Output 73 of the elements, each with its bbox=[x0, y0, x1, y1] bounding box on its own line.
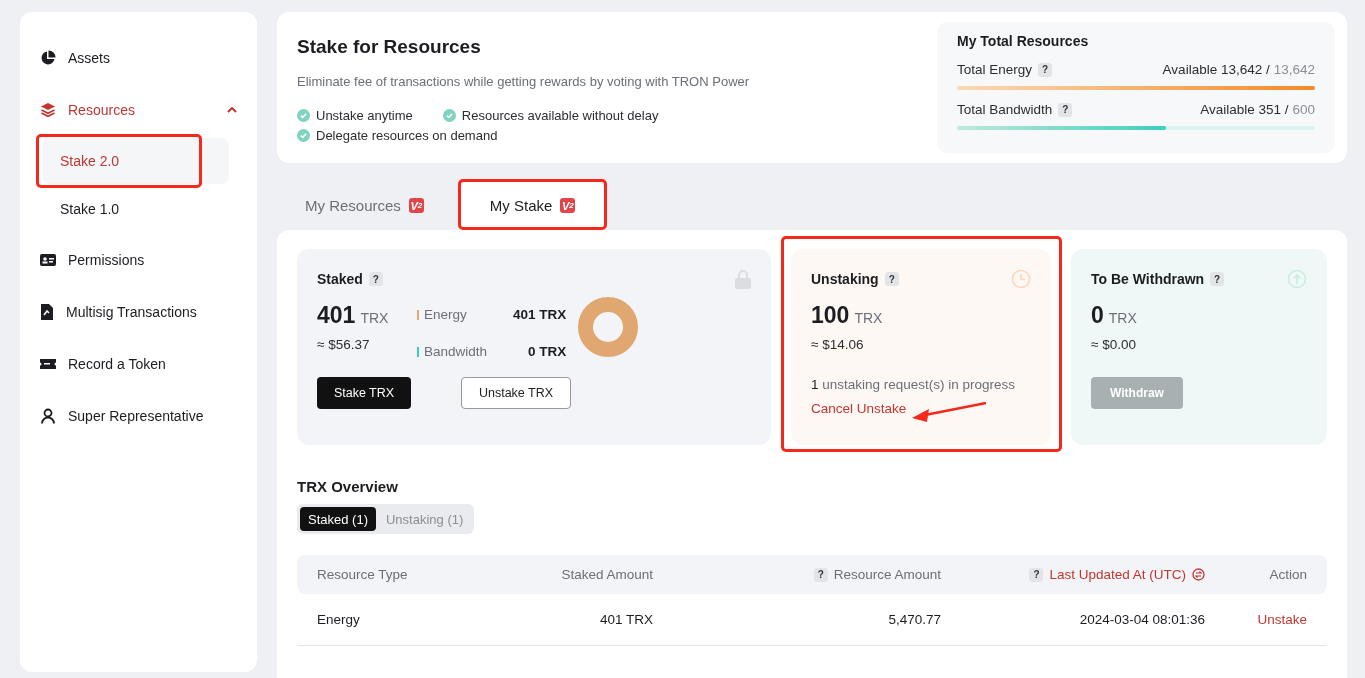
arrow-up-circle-icon bbox=[1287, 269, 1307, 289]
amount-value: 100 bbox=[811, 302, 850, 329]
help-badge[interactable]: ? bbox=[1029, 567, 1044, 582]
sidebar-item[interactable]: Multisig Transactions bbox=[32, 286, 245, 338]
donut-chart-drawing bbox=[578, 297, 639, 357]
amount-value: 401 bbox=[317, 302, 356, 329]
table-cell-text: Energy bbox=[317, 612, 361, 627]
document-icon bbox=[40, 304, 54, 320]
sidebar-item[interactable]: Assets bbox=[32, 32, 245, 84]
table-cell-text: 2024-03-04 08:01:36 bbox=[1078, 612, 1205, 627]
column-header[interactable]: Last Updated At (UTC) bbox=[1049, 567, 1186, 582]
check-circle-icon bbox=[297, 129, 310, 142]
usd-value: ≈ $0.00 bbox=[1091, 337, 1136, 352]
section-title: My Total Resources bbox=[957, 33, 1089, 49]
legend-value: 0 TRX bbox=[527, 344, 567, 359]
help-badge[interactable]: ? bbox=[884, 272, 899, 286]
column-header[interactable]: Resource Type bbox=[317, 567, 408, 582]
layers-icon bbox=[40, 102, 56, 118]
amount-unit: TRX bbox=[360, 310, 389, 326]
section-title: TRX Overview bbox=[297, 478, 398, 495]
caret-icon[interactable] bbox=[227, 107, 237, 113]
usd-value: ≈ $56.37 bbox=[317, 337, 370, 352]
usd-value: ≈ $14.06 bbox=[811, 337, 864, 352]
amount-value: 0 bbox=[1091, 302, 1104, 329]
feature-text: Resources available without delay bbox=[461, 108, 659, 123]
feature-text: Delegate resources on demand bbox=[316, 128, 498, 143]
check-circle-icon bbox=[297, 109, 310, 122]
sidebar-item[interactable]: Super Representative bbox=[32, 390, 245, 442]
sidebar-item[interactable]: Resources bbox=[32, 84, 245, 136]
table-cell-text: 401 TRX bbox=[598, 612, 653, 627]
column-header[interactable]: Action bbox=[1269, 567, 1307, 582]
legend-label: Energy bbox=[424, 307, 467, 322]
unstake-link[interactable]: Unstake bbox=[1205, 612, 1307, 627]
requests-text: 1 unstaking request(s) in progress bbox=[811, 377, 1016, 392]
ticket-icon bbox=[40, 357, 56, 371]
cancel-unstake-link[interactable]: Cancel Unstake bbox=[811, 401, 907, 416]
resource-label: Total Bandwidth bbox=[957, 102, 1053, 117]
amount-unit: TRX bbox=[1108, 310, 1137, 326]
sidebar-subitem[interactable]: Stake 1.0 bbox=[42, 186, 229, 232]
help-badge[interactable]: ? bbox=[1058, 102, 1073, 117]
feature-text: Unstake anytime bbox=[316, 108, 413, 123]
sidebar-item[interactable]: Record a Token bbox=[32, 338, 245, 390]
card-title: To Be Withdrawn bbox=[1091, 271, 1205, 287]
available-amount: Available 351 / bbox=[1200, 102, 1289, 117]
column-header[interactable]: Resource Amount bbox=[833, 567, 941, 582]
resource-label: Total Energy bbox=[957, 62, 1033, 77]
help-badge[interactable]: ? bbox=[1210, 272, 1225, 286]
legend-value: 401 TRX bbox=[513, 307, 567, 322]
total-amount: 13,642 bbox=[1273, 62, 1315, 77]
stake-button[interactable]: Stake TRX bbox=[317, 377, 411, 409]
card-title: Unstaking bbox=[811, 271, 879, 287]
help-badge[interactable]: ? bbox=[813, 567, 828, 582]
total-amount: 600 bbox=[1292, 102, 1315, 117]
sidebar-item[interactable]: Permissions bbox=[32, 234, 245, 286]
unstake-button[interactable]: Unstake TRX bbox=[461, 377, 571, 409]
column-header[interactable]: Staked Amount bbox=[561, 567, 653, 582]
person-icon bbox=[40, 408, 56, 424]
page-subtitle: Eliminate fee of transactions while getting rewards by voting with TRON Power bbox=[297, 74, 750, 89]
id-card-icon bbox=[40, 253, 56, 267]
card-title: Staked bbox=[317, 271, 363, 287]
filter-tab[interactable]: Staked (1) bbox=[300, 507, 376, 531]
help-badge[interactable]: ? bbox=[1038, 62, 1053, 77]
sort-icon[interactable] bbox=[1192, 568, 1205, 581]
check-circle-icon bbox=[442, 109, 456, 122]
page-title: Stake for Resources bbox=[297, 36, 481, 58]
clock-icon bbox=[1011, 269, 1031, 289]
legend-label: Bandwidth bbox=[424, 344, 488, 359]
available-amount: Available 13,642 / bbox=[1162, 62, 1270, 77]
pie-chart-icon bbox=[40, 50, 56, 66]
amount-unit: TRX bbox=[854, 310, 883, 326]
table-cell-text: 5,470.77 bbox=[887, 612, 941, 627]
help-badge[interactable]: ? bbox=[368, 272, 383, 286]
lock-icon bbox=[735, 269, 751, 289]
